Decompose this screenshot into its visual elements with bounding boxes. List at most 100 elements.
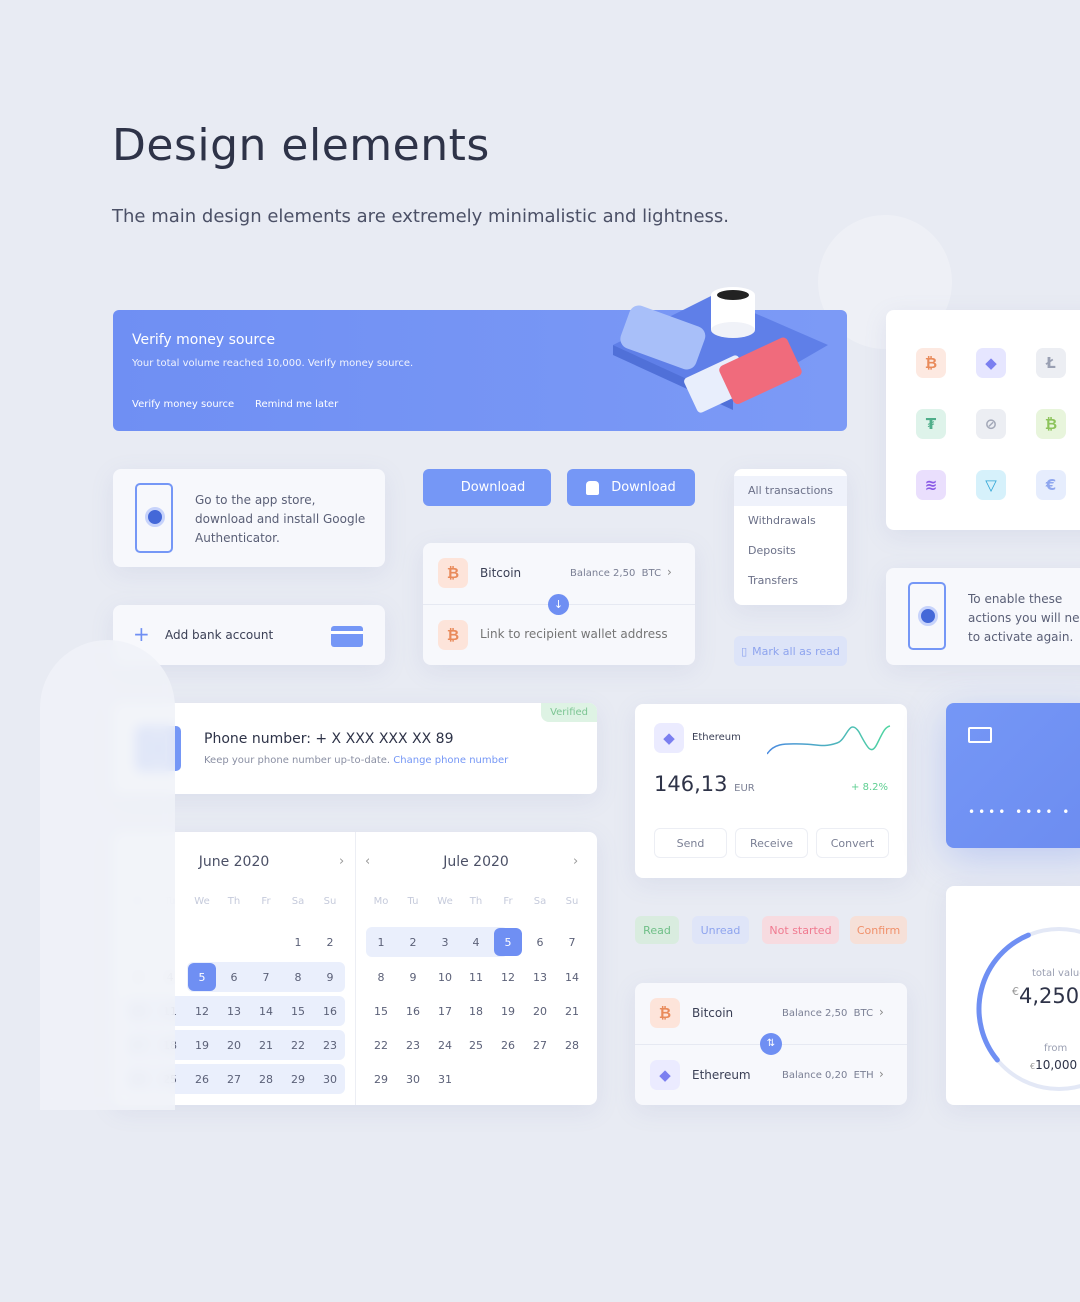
chevron-right-icon[interactable]: › bbox=[879, 1067, 884, 1081]
calendar-day[interactable]: 7 bbox=[558, 928, 586, 956]
page-title: Design elements bbox=[112, 120, 490, 171]
stellar-icon[interactable]: ⊘ bbox=[976, 409, 1006, 439]
calendar-day[interactable]: 5 bbox=[188, 963, 216, 991]
ton-icon[interactable]: ▽ bbox=[976, 470, 1006, 500]
tether-icon[interactable]: ₮ bbox=[916, 409, 946, 439]
calendar-day[interactable]: 17 bbox=[431, 997, 459, 1025]
calendar-day[interactable]: 5 bbox=[494, 928, 522, 956]
chevron-right-icon[interactable]: › bbox=[667, 565, 672, 579]
coin-name: Bitcoin bbox=[480, 566, 522, 580]
verify-banner: Verify money source Your total volume re… bbox=[113, 287, 847, 431]
change-phone-link[interactable]: Change phone number bbox=[393, 755, 508, 766]
calendar-day[interactable]: 19 bbox=[494, 997, 522, 1025]
calendar-day[interactable]: 29 bbox=[367, 1065, 395, 1093]
menu-item-deposits[interactable]: Deposits bbox=[734, 536, 847, 566]
calendar-day[interactable]: 27 bbox=[220, 1065, 248, 1093]
calendar-day[interactable]: 30 bbox=[316, 1065, 344, 1093]
menu-item-all-transactions[interactable]: All transactions bbox=[734, 476, 847, 506]
ethereum-icon[interactable]: ◆ bbox=[976, 348, 1006, 378]
calendar-day[interactable]: 18 bbox=[462, 997, 490, 1025]
calendar-day[interactable]: 4 bbox=[462, 928, 490, 956]
google-authenticator-icon bbox=[145, 507, 165, 527]
to-coin: Ethereum bbox=[692, 1068, 751, 1082]
calendar-day[interactable]: 26 bbox=[188, 1065, 216, 1093]
euro-icon[interactable]: € bbox=[1036, 470, 1066, 500]
calendar-day[interactable]: 20 bbox=[526, 997, 554, 1025]
calendar-day[interactable]: 6 bbox=[220, 963, 248, 991]
litecoin-icon[interactable]: Ł bbox=[1036, 348, 1066, 378]
calendar-day[interactable]: 23 bbox=[399, 1031, 427, 1059]
chevron-right-icon[interactable]: › bbox=[573, 854, 578, 869]
menu-item-transfers[interactable]: Transfers bbox=[734, 566, 847, 596]
verify-link[interactable]: Verify money source bbox=[132, 399, 234, 410]
google-play-download-button[interactable]: Download bbox=[567, 469, 695, 506]
calendar-day[interactable]: 28 bbox=[558, 1031, 586, 1059]
calendar-day[interactable]: 9 bbox=[399, 963, 427, 991]
bitcoin-icon[interactable]: ₿ bbox=[916, 348, 946, 378]
app-store-download-button[interactable]: Download bbox=[423, 469, 551, 506]
weekday-label: Mo bbox=[373, 896, 389, 907]
chevron-left-icon[interactable]: ‹ bbox=[365, 854, 370, 869]
calendar-day[interactable]: 2 bbox=[316, 928, 344, 956]
transactions-menu: All transactions Withdrawals Deposits Tr… bbox=[734, 469, 847, 605]
chevron-right-icon[interactable]: › bbox=[879, 1005, 884, 1019]
calendar-day[interactable]: 30 bbox=[399, 1065, 427, 1093]
calendar-day[interactable]: 19 bbox=[188, 1031, 216, 1059]
calendar-day[interactable]: 22 bbox=[284, 1031, 312, 1059]
calendar-day[interactable]: 1 bbox=[367, 928, 395, 956]
calendar-day[interactable]: 23 bbox=[316, 1031, 344, 1059]
download-label: Download bbox=[611, 480, 676, 495]
phone-number-card: Phone number: + X XXX XXX XX 89 Keep you… bbox=[113, 703, 597, 794]
calendar-day[interactable]: 6 bbox=[526, 928, 554, 956]
calendar-day[interactable]: 7 bbox=[252, 963, 280, 991]
send-button[interactable]: Send bbox=[654, 828, 727, 858]
calendar-day[interactable]: 14 bbox=[252, 997, 280, 1025]
calendar-day[interactable]: 2 bbox=[399, 928, 427, 956]
calendar-day[interactable]: 24 bbox=[431, 1031, 459, 1059]
calendar-day[interactable]: 12 bbox=[188, 997, 216, 1025]
weekday-label: Tu bbox=[407, 896, 419, 907]
receive-button[interactable]: Receive bbox=[735, 828, 808, 858]
to-balance: Balance 0,20 ETH bbox=[782, 1070, 874, 1081]
wallet-illustration bbox=[613, 287, 828, 413]
calendar-day[interactable]: 21 bbox=[252, 1031, 280, 1059]
recipient-wallet-input[interactable] bbox=[480, 627, 680, 641]
calendar-day[interactable]: 9 bbox=[316, 963, 344, 991]
calendar-day[interactable]: 20 bbox=[220, 1031, 248, 1059]
calendar-day[interactable]: 27 bbox=[526, 1031, 554, 1059]
menu-item-withdrawals[interactable]: Withdrawals bbox=[734, 506, 847, 536]
calendar-day[interactable]: 26 bbox=[494, 1031, 522, 1059]
calendar-day[interactable]: 8 bbox=[367, 963, 395, 991]
swap-icon[interactable]: ⇅ bbox=[760, 1033, 782, 1055]
mark-all-read-button[interactable]: ▯ Mark all as read bbox=[734, 636, 847, 666]
calendar-day[interactable]: 13 bbox=[526, 963, 554, 991]
calendar-day[interactable]: 16 bbox=[399, 997, 427, 1025]
bitcoin-cash-icon[interactable]: ₿ bbox=[1036, 409, 1066, 439]
calendar-day[interactable]: 8 bbox=[284, 963, 312, 991]
chevron-right-icon[interactable]: › bbox=[339, 854, 344, 869]
remind-later-link[interactable]: Remind me later bbox=[255, 399, 338, 410]
weekday-label: We bbox=[437, 896, 453, 907]
calendar-day[interactable]: 12 bbox=[494, 963, 522, 991]
status-badge-unread: Unread bbox=[692, 916, 749, 944]
calendar-day[interactable]: 22 bbox=[367, 1031, 395, 1059]
calendar-day[interactable]: 16 bbox=[316, 997, 344, 1025]
calendar-day[interactable]: 1 bbox=[284, 928, 312, 956]
calendar-day[interactable]: 11 bbox=[462, 963, 490, 991]
calendar-day[interactable]: 25 bbox=[462, 1031, 490, 1059]
calendar-day[interactable]: 13 bbox=[220, 997, 248, 1025]
calendar-day[interactable]: 29 bbox=[284, 1065, 312, 1093]
add-bank-account-button[interactable]: + Add bank account bbox=[113, 605, 385, 665]
calendar-day[interactable]: 10 bbox=[431, 963, 459, 991]
convert-button[interactable]: Convert bbox=[816, 828, 889, 858]
calendar-day[interactable]: 28 bbox=[252, 1065, 280, 1093]
calendar-day[interactable]: 14 bbox=[558, 963, 586, 991]
calendar-day[interactable]: 21 bbox=[558, 997, 586, 1025]
calendar-day[interactable]: 15 bbox=[367, 997, 395, 1025]
credit-card[interactable]: •••• •••• • bbox=[946, 703, 1080, 848]
waves-icon[interactable]: ≋ bbox=[916, 470, 946, 500]
calendar-day[interactable]: 15 bbox=[284, 997, 312, 1025]
banner-title: Verify money source bbox=[132, 332, 276, 348]
calendar-day[interactable]: 3 bbox=[431, 928, 459, 956]
calendar-day[interactable]: 31 bbox=[431, 1065, 459, 1093]
